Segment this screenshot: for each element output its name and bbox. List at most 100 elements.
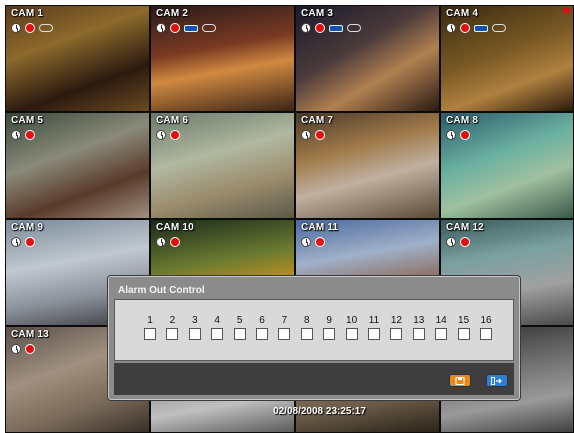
- save-icon: [455, 376, 465, 385]
- recording-indicator-icon: [563, 8, 570, 13]
- motion-icon: [329, 24, 343, 32]
- record-icon: [170, 23, 180, 33]
- timestamp: 02/08/2008 23:25:17: [273, 406, 366, 417]
- camera-label: CAM 9: [11, 222, 44, 233]
- camera-tile[interactable]: CAM 5: [5, 112, 150, 219]
- alarm-output-1: 1: [140, 315, 160, 340]
- motion-icon: [184, 24, 198, 32]
- alarm-output-4: 4: [207, 315, 227, 340]
- camera-label: CAM 6: [156, 115, 189, 126]
- alarm-out-control-dialog: Alarm Out Control 1 2 3 4 5 6 7 8 9 10 11 12 13 14 15 1…: [108, 276, 520, 400]
- alarm-checkbox[interactable]: [256, 328, 268, 340]
- alarm-checkbox[interactable]: [457, 328, 470, 340]
- exit-button[interactable]: [486, 374, 508, 387]
- clock-icon: [301, 23, 311, 33]
- alarm-output-14: 14: [431, 315, 451, 340]
- record-icon: [315, 130, 325, 140]
- record-icon: [315, 23, 325, 33]
- camera-status-icons: [301, 23, 361, 33]
- alarm-output-9: 9: [319, 315, 339, 340]
- record-icon: [170, 237, 180, 247]
- camera-label: CAM 10: [156, 222, 194, 233]
- alarm-checkbox[interactable]: [390, 328, 403, 340]
- record-icon: [25, 23, 35, 33]
- camera-status-icons: [446, 23, 506, 33]
- alarm-checkbox[interactable]: [345, 328, 358, 340]
- camera-status-icons: [156, 130, 180, 140]
- camera-tile[interactable]: CAM 2: [150, 5, 295, 112]
- alarm-output-15: 15: [454, 315, 474, 340]
- camera-status-icons: [11, 23, 53, 33]
- record-icon: [460, 237, 470, 247]
- camera-status-icons: [446, 237, 470, 247]
- alarm-checkbox[interactable]: [211, 328, 224, 340]
- dvr-screen: CAM 1 CAM 2 CAM 3 CAM 4 CAM 5 CAM 6 CAM 7 CAM 8…: [5, 5, 574, 433]
- alarm-checkbox[interactable]: [435, 328, 448, 340]
- alarm-number-label: 13: [413, 315, 425, 326]
- clock-icon: [301, 130, 311, 140]
- camera-tile[interactable]: CAM 7: [295, 112, 440, 219]
- clock-icon: [11, 130, 21, 140]
- alarm-checkbox[interactable]: [323, 328, 336, 340]
- clock-icon: [156, 130, 166, 140]
- camera-tile[interactable]: CAM 1: [5, 5, 150, 112]
- camera-label: CAM 7: [301, 115, 334, 126]
- dialog-title: Alarm Out Control: [118, 285, 205, 296]
- camera-tile[interactable]: CAM 4: [440, 5, 574, 112]
- audio-icon: [202, 24, 216, 32]
- record-icon: [170, 130, 180, 140]
- alarm-number-label: 6: [259, 315, 265, 326]
- camera-status-icons: [11, 237, 35, 247]
- alarm-checkbox[interactable]: [233, 328, 246, 340]
- audio-icon: [39, 24, 53, 32]
- camera-label: CAM 11: [301, 222, 339, 233]
- record-icon: [460, 23, 470, 33]
- alarm-checkbox[interactable]: [412, 328, 425, 340]
- camera-status-icons: [446, 130, 470, 140]
- camera-label: CAM 2: [156, 8, 189, 19]
- alarm-checkbox[interactable]: [300, 328, 313, 340]
- exit-icon: [491, 376, 502, 385]
- clock-icon: [156, 23, 166, 33]
- camera-status-icons: [301, 130, 325, 140]
- alarm-checkbox[interactable]: [188, 328, 201, 340]
- alarm-output-13: 13: [409, 315, 429, 340]
- record-icon: [25, 344, 35, 354]
- clock-icon: [11, 344, 21, 354]
- alarm-number-label: 8: [304, 315, 310, 326]
- camera-tile[interactable]: CAM 3: [295, 5, 440, 112]
- save-button[interactable]: [449, 374, 471, 387]
- alarm-number-label: 7: [281, 315, 288, 326]
- camera-label: CAM 1: [11, 8, 44, 19]
- camera-label: CAM 13: [11, 329, 49, 340]
- alarm-number-label: 4: [214, 315, 220, 326]
- alarm-checkbox[interactable]: [278, 328, 291, 340]
- camera-tile[interactable]: CAM 6: [150, 112, 295, 219]
- alarm-output-10: 10: [342, 315, 362, 340]
- alarm-number-label: 14: [435, 315, 447, 326]
- alarm-checkbox[interactable]: [480, 328, 492, 340]
- camera-status-icons: [301, 237, 325, 247]
- camera-label: CAM 12: [446, 222, 484, 233]
- clock-icon: [446, 23, 456, 33]
- clock-icon: [156, 237, 166, 247]
- alarm-checkbox[interactable]: [144, 328, 156, 340]
- audio-icon: [492, 24, 506, 32]
- clock-icon: [11, 23, 21, 33]
- alarm-output-16: 16: [476, 315, 496, 340]
- motion-icon: [474, 24, 488, 32]
- dialog-footer: [114, 363, 514, 395]
- alarm-number-label: 3: [192, 315, 198, 326]
- alarm-checkbox[interactable]: [368, 328, 380, 340]
- alarm-output-5: 5: [230, 315, 250, 340]
- alarm-output-11: 11: [364, 315, 384, 340]
- record-icon: [25, 130, 35, 140]
- alarm-number-label: 12: [390, 315, 402, 326]
- record-icon: [460, 130, 470, 140]
- alarm-checkbox[interactable]: [166, 328, 179, 340]
- camera-tile[interactable]: CAM 8: [440, 112, 574, 219]
- camera-status-icons: [11, 130, 35, 140]
- alarm-output-3: 3: [185, 315, 205, 340]
- camera-label: CAM 4: [446, 8, 479, 19]
- alarm-number-label: 5: [236, 315, 243, 326]
